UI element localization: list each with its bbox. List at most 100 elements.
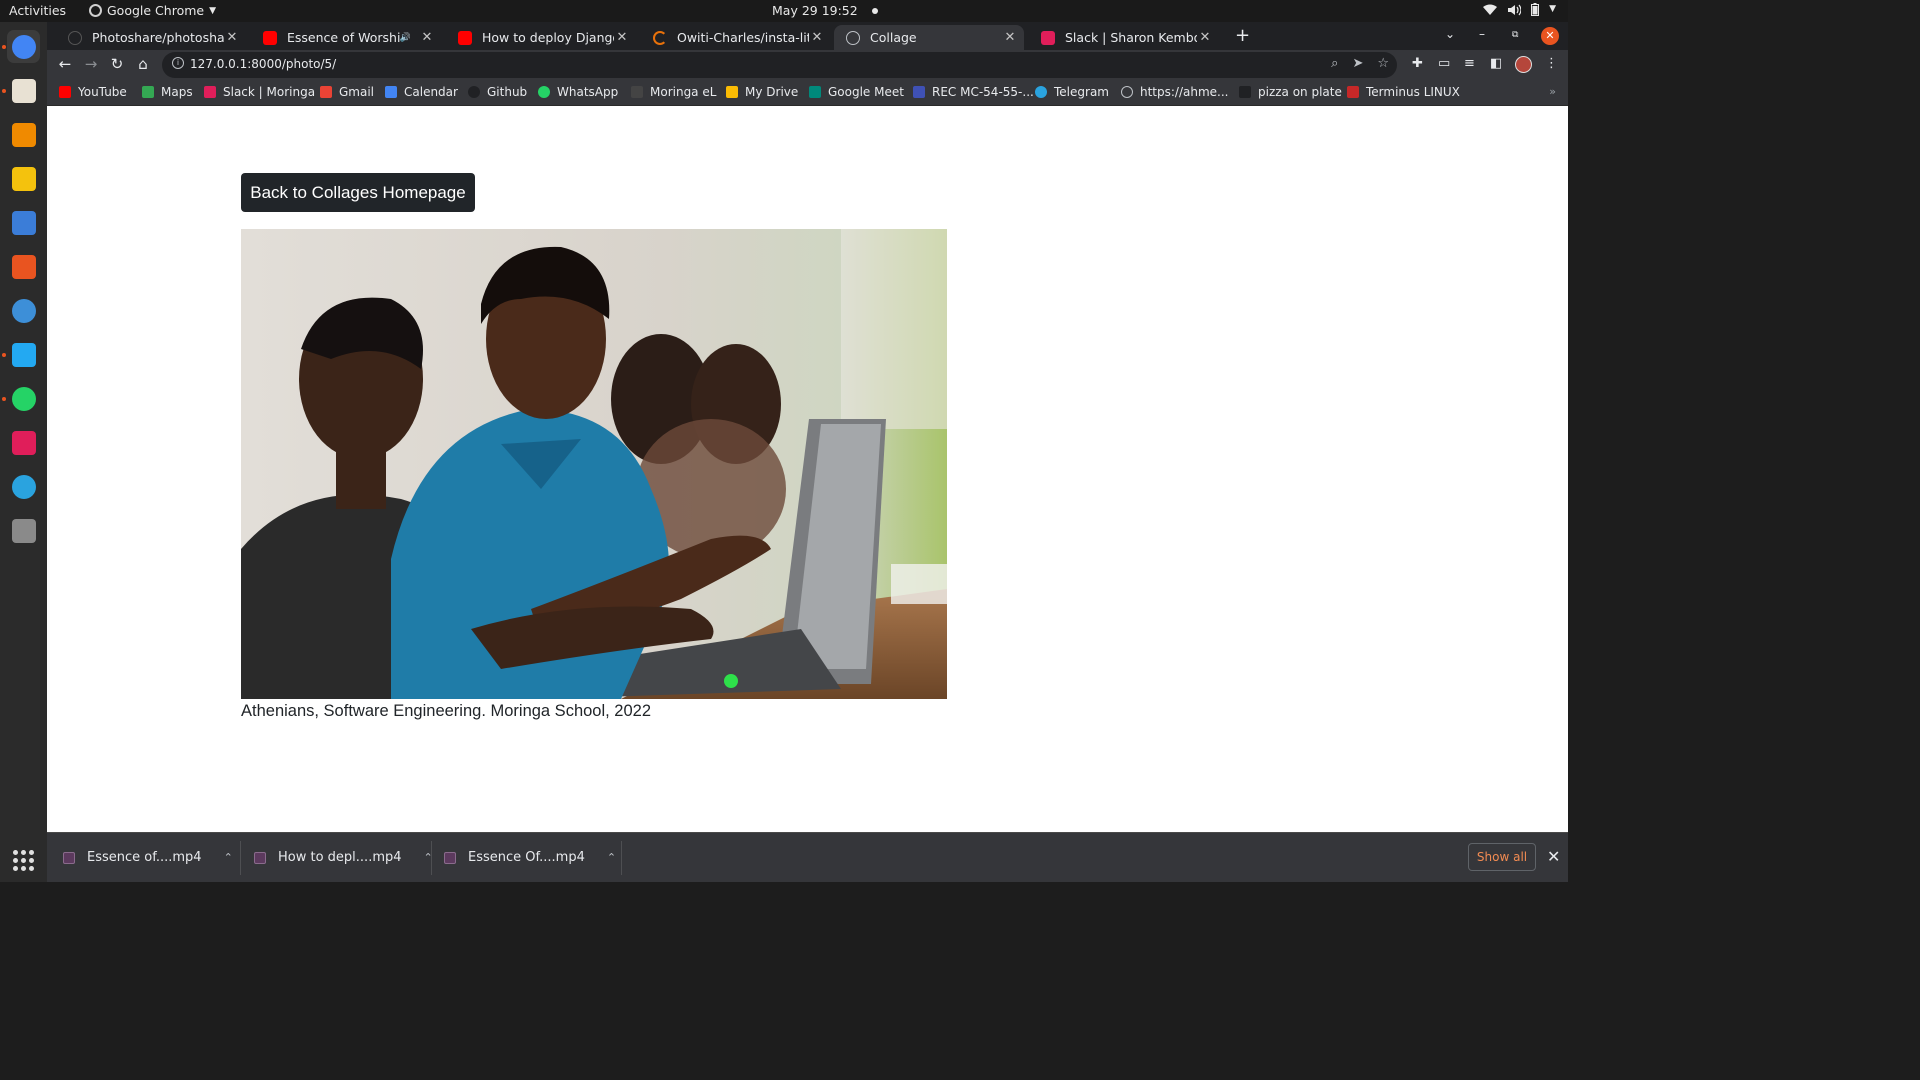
bookmark-label: Telegram xyxy=(1054,85,1109,99)
volume-icon xyxy=(1508,4,1522,15)
bookmark-label: YouTube xyxy=(78,85,127,99)
app-name: Google Chrome xyxy=(107,3,205,18)
system-monitor-icon[interactable] xyxy=(7,514,40,547)
browser-tab[interactable]: Essence of Worship - F🔊 ✕ xyxy=(251,25,441,50)
bookmark-item[interactable]: Terminus LINUX xyxy=(1347,85,1460,99)
home-icon[interactable]: ⌂ xyxy=(134,55,152,73)
chrome-icon[interactable] xyxy=(7,30,40,63)
more-menu-icon[interactable]: ⋮ xyxy=(1545,56,1558,71)
running-indicator xyxy=(2,397,6,401)
address-url[interactable]: 127.0.0.1:8000/photo/5/ xyxy=(190,57,336,71)
tab-search-icon[interactable]: ⌄ xyxy=(1445,27,1455,41)
close-tab-icon[interactable]: ✕ xyxy=(614,30,630,45)
download-item[interactable]: Essence of....mp4 ⌃ xyxy=(63,833,233,882)
rhythmbox-icon[interactable] xyxy=(7,162,40,195)
close-tab-icon[interactable]: ✕ xyxy=(224,30,240,45)
audio-playing-icon[interactable]: 🔊 xyxy=(400,33,411,43)
vscode-icon[interactable] xyxy=(7,338,40,371)
bookmark-item[interactable]: My Drive xyxy=(726,85,798,99)
browser-tab[interactable]: How to deploy Django ap✕ xyxy=(446,25,636,50)
text-editor-icon[interactable] xyxy=(7,206,40,239)
bookmark-star-icon[interactable]: ☆ xyxy=(1377,56,1389,71)
help-icon[interactable] xyxy=(7,294,40,327)
photo-caption: Athenians, Software Engineering. Moringa… xyxy=(241,702,652,720)
slack-icon[interactable] xyxy=(7,426,40,459)
download-item[interactable]: How to depl....mp4 ⌃ xyxy=(254,833,433,882)
close-downloads-icon[interactable]: ✕ xyxy=(1547,847,1560,866)
loading-icon xyxy=(653,30,667,45)
maps-icon xyxy=(142,86,154,98)
moringa-icon xyxy=(631,86,643,98)
dock xyxy=(0,22,47,882)
running-indicator xyxy=(2,45,6,49)
telegram-icon[interactable] xyxy=(7,470,40,503)
video-file-icon xyxy=(63,851,75,864)
download-item[interactable]: Essence Of....mp4 ⌃ xyxy=(444,833,616,882)
bookmark-item[interactable]: Google Meet xyxy=(809,85,904,99)
divider xyxy=(431,841,432,875)
bookmark-item[interactable]: Maps xyxy=(142,85,193,99)
files-icon-glyph xyxy=(11,78,36,103)
clock[interactable]: May 29 19:52 xyxy=(772,3,878,18)
bookmark-label: Terminus LINUX xyxy=(1366,85,1460,99)
close-tab-icon[interactable]: ✕ xyxy=(1002,30,1018,45)
software-center-icon-glyph xyxy=(11,254,36,279)
minimize-icon[interactable]: – xyxy=(1479,27,1485,41)
youtube-icon xyxy=(458,30,472,45)
software-center-icon[interactable] xyxy=(7,250,40,283)
activities-button[interactable]: Activities xyxy=(9,3,66,18)
vlc-icon[interactable] xyxy=(7,118,40,151)
site-info-icon[interactable]: i xyxy=(172,57,184,69)
browser-tab[interactable]: Photoshare/photoshare ✕ xyxy=(56,25,246,50)
calendar-icon xyxy=(385,86,397,98)
clock-text: May 29 19:52 xyxy=(772,3,858,18)
forward-arrow-icon[interactable]: → xyxy=(82,55,100,73)
bookmarks-overflow-icon[interactable]: » xyxy=(1549,85,1556,98)
bookmark-item[interactable]: Github xyxy=(468,85,527,99)
media-controls-icon[interactable]: ≡ xyxy=(1464,56,1475,71)
close-window-icon[interactable]: ✕ xyxy=(1541,27,1559,45)
browser-tab[interactable]: Collage ✕ xyxy=(834,25,1024,50)
chevron-up-icon[interactable]: ⌃ xyxy=(607,851,616,864)
system-tray[interactable]: ▼ xyxy=(1483,3,1556,16)
cast-icon[interactable]: ▭ xyxy=(1438,56,1450,71)
zoom-icon[interactable]: ⌕ xyxy=(1331,56,1338,71)
bookmark-item[interactable]: Slack | Moringa xyxy=(204,85,315,99)
restore-icon[interactable]: ⧉ xyxy=(1512,30,1518,40)
app-menu[interactable]: Google Chrome ▼ xyxy=(89,3,216,18)
bookmark-label: Gmail xyxy=(339,85,375,99)
reload-icon[interactable]: ↻ xyxy=(108,55,126,73)
profile-avatar[interactable] xyxy=(1515,56,1532,73)
files-icon[interactable] xyxy=(7,74,40,107)
whatsapp-icon[interactable] xyxy=(7,382,40,415)
show-all-downloads-button[interactable]: Show all xyxy=(1468,843,1536,871)
back-to-collages-button[interactable]: Back to Collages Homepage xyxy=(241,173,475,212)
bookmark-item[interactable]: REC MC-54-55-... xyxy=(913,85,1034,99)
show-applications-icon[interactable] xyxy=(13,850,34,871)
bookmark-item[interactable]: WhatsApp xyxy=(538,85,618,99)
extensions-icon[interactable]: ✚ xyxy=(1412,56,1423,71)
bookmark-item[interactable]: YouTube xyxy=(59,85,127,99)
close-tab-icon[interactable]: ✕ xyxy=(1197,30,1213,45)
github-icon xyxy=(468,86,480,98)
bookmark-item[interactable]: Gmail xyxy=(320,85,374,99)
address-bar[interactable]: i 127.0.0.1:8000/photo/5/ ⌕ ➤ ☆ xyxy=(162,52,1397,78)
bookmark-item[interactable]: https://ahme... xyxy=(1121,85,1229,99)
video-file-icon xyxy=(254,851,266,864)
send-tab-icon[interactable]: ➤ xyxy=(1352,56,1363,71)
bookmark-label: Calendar xyxy=(404,85,458,99)
browser-tab[interactable]: Slack | Sharon Kemboi01 |✕ xyxy=(1029,25,1219,50)
bookmark-item[interactable]: Calendar xyxy=(385,85,458,99)
close-tab-icon[interactable]: ✕ xyxy=(809,30,825,45)
bookmark-item[interactable]: pizza on plate xyxy=(1239,85,1342,99)
chevron-up-icon[interactable]: ⌃ xyxy=(224,851,233,864)
bookmark-item[interactable]: Moringa eL xyxy=(631,85,716,99)
back-arrow-icon[interactable]: ← xyxy=(56,55,74,73)
close-tab-icon[interactable]: ✕ xyxy=(419,30,435,45)
side-panel-icon[interactable]: ◧ xyxy=(1490,56,1502,71)
drive-icon xyxy=(726,86,738,98)
new-tab-button[interactable]: + xyxy=(1235,25,1250,46)
browser-tab[interactable]: Owiti-Charles/insta-lite: A✕ xyxy=(641,25,831,50)
bookmark-item[interactable]: Telegram xyxy=(1035,85,1109,99)
bookmark-label: My Drive xyxy=(745,85,799,99)
